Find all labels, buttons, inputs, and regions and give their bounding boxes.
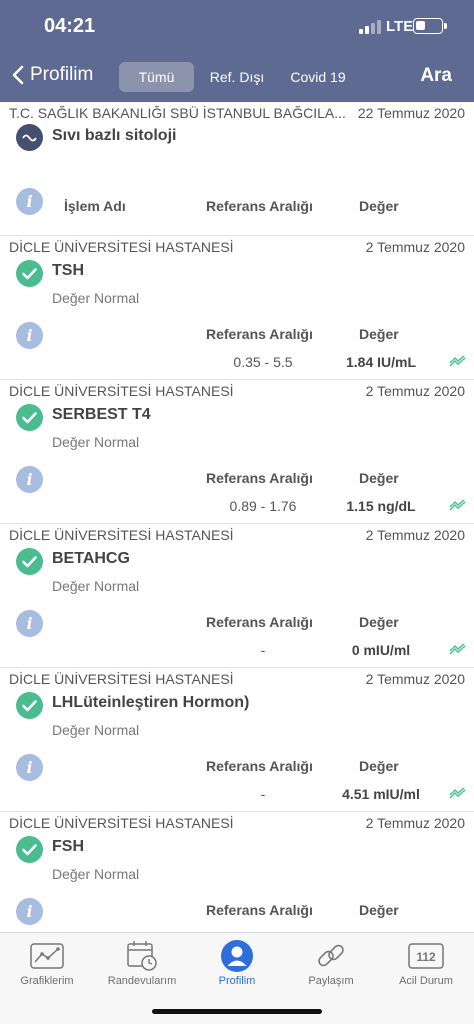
result-card[interactable]: DİCLE ÜNİVERSİTESİ HASTANESİ 2 Temmuz 20… [0,524,474,668]
result-note: Değer Normal [52,866,140,882]
segment-all[interactable]: Tümü [119,62,194,92]
column-value-header: Değer [359,470,399,486]
signal-icon [359,20,381,34]
emergency-icon: 112 [381,939,471,973]
test-name: SERBEST T4 [52,406,151,423]
segment-out-of-range[interactable]: Ref. Dışı [200,62,274,92]
nav-bar: Profilim Tümü Ref. Dışı Covid 19 Ara [0,58,474,96]
column-value-header: Değer [359,758,399,774]
result-value: 1.15 ng/dL [346,498,416,514]
test-name: LHLüteinleştiren Hormon) [52,694,250,711]
back-label: Profilim [30,64,94,85]
info-icon[interactable]: i [16,610,43,637]
column-range-header: Referans Aralığı [206,198,313,214]
result-date: 2 Temmuz 2020 [365,527,465,543]
info-icon[interactable]: i [16,188,43,215]
trend-icon[interactable] [449,788,467,800]
results-list: T.C. SAĞLIK BAKANLIĞI SBÜ İSTANBUL BAĞCI… [0,102,474,932]
reference-range: 0.35 - 5.5 [233,354,293,370]
column-range-header: Referans Aralığı [206,326,313,342]
result-note: Değer Normal [52,722,140,738]
tab-label: Paylaşım [308,975,354,987]
info-icon[interactable]: i [16,898,43,925]
info-icon[interactable]: i [16,466,43,493]
profile-icon [192,939,282,973]
trend-icon[interactable] [449,500,467,512]
column-range-header: Referans Aralığı [206,902,313,918]
test-name: TSH [52,262,84,279]
result-card[interactable]: DİCLE ÜNİVERSİTESİ HASTANESİ 2 Temmuz 20… [0,812,474,932]
tab-emergency[interactable]: 112 Acil Durum [381,939,471,987]
network-label: LTE [386,18,414,35]
link-icon [286,939,376,973]
hospital-name: DİCLE ÜNİVERSİTESİ HASTANESİ [9,527,234,543]
search-button[interactable]: Ara [420,65,452,87]
reference-range: - [260,786,266,802]
status-time: 04:21 [44,15,96,37]
tab-appointments[interactable]: Randevularım [97,939,187,987]
info-icon[interactable]: i [16,754,43,781]
tab-profile[interactable]: Profilim [192,939,282,987]
battery-icon [413,18,447,34]
reference-range: 0.89 - 1.76 [229,498,297,514]
result-date: 22 Temmuz 2020 [357,105,465,121]
column-name-header: İşlem Adı [64,198,126,214]
trend-icon[interactable] [449,356,467,368]
result-date: 2 Temmuz 2020 [365,671,465,687]
chevron-left-icon [12,65,24,85]
test-name: BETAHCG [52,550,130,567]
result-card[interactable]: DİCLE ÜNİVERSİTESİ HASTANESİ 2 Temmuz 20… [0,236,474,380]
check-icon [16,548,43,575]
check-icon [16,260,43,287]
tab-label: Acil Durum [399,975,453,987]
tab-label: Randevularım [107,975,177,987]
result-card[interactable]: T.C. SAĞLIK BAKANLIĞI SBÜ İSTANBUL BAĞCI… [0,102,474,236]
result-date: 2 Temmuz 2020 [365,383,465,399]
tab-label: Profilim [218,975,256,987]
test-name: Sıvı bazlı sitoloji [52,127,177,144]
tab-charts[interactable]: Grafiklerim [2,939,92,987]
test-name: FSH [52,838,84,855]
column-value-header: Değer [359,902,399,918]
back-button[interactable]: Profilim [12,64,93,86]
check-icon [16,836,43,863]
reference-range: - [260,642,266,658]
hospital-name: T.C. SAĞLIK BAKANLIĞI SBÜ İSTANBUL BAĞCI… [9,105,346,121]
app-header: 04:21 LTE Profilim Tümü Ref. Dışı Covid … [0,0,474,102]
hospital-name: DİCLE ÜNİVERSİTESİ HASTANESİ [9,815,234,831]
result-value: 4.51 mIU/ml [342,786,420,802]
tab-label: Grafiklerim [20,975,74,987]
calendar-icon [97,939,187,973]
result-note: Değer Normal [52,434,140,450]
result-note: Değer Normal [52,578,140,594]
result-note: Değer Normal [52,290,140,306]
result-value: 1.84 IU/mL [345,354,417,370]
result-card[interactable]: DİCLE ÜNİVERSİTESİ HASTANESİ 2 Temmuz 20… [0,668,474,812]
chart-icon [2,939,92,973]
hospital-name: DİCLE ÜNİVERSİTESİ HASTANESİ [9,239,234,255]
segment-covid[interactable]: Covid 19 [280,62,356,92]
check-icon [16,692,43,719]
tab-share[interactable]: Paylaşım [286,939,376,987]
column-range-header: Referans Aralığı [206,758,313,774]
column-value-header: Değer [359,326,399,342]
emergency-number: 112 [416,950,436,964]
hospital-name: DİCLE ÜNİVERSİTESİ HASTANESİ [9,671,234,687]
column-range-header: Referans Aralığı [206,614,313,630]
hospital-name: DİCLE ÜNİVERSİTESİ HASTANESİ [9,383,234,399]
result-value: 0 mIU/ml [351,642,411,658]
check-icon [16,404,43,431]
column-range-header: Referans Aralığı [206,470,313,486]
result-date: 2 Temmuz 2020 [365,239,465,255]
home-indicator[interactable] [152,1009,322,1014]
column-value-header: Değer [359,198,399,214]
wave-icon [16,124,43,151]
result-date: 2 Temmuz 2020 [365,815,465,831]
status-bar: 04:21 LTE [0,0,474,52]
info-icon[interactable]: i [16,322,43,349]
result-card[interactable]: DİCLE ÜNİVERSİTESİ HASTANESİ 2 Temmuz 20… [0,380,474,524]
trend-icon[interactable] [449,644,467,656]
column-value-header: Değer [359,614,399,630]
